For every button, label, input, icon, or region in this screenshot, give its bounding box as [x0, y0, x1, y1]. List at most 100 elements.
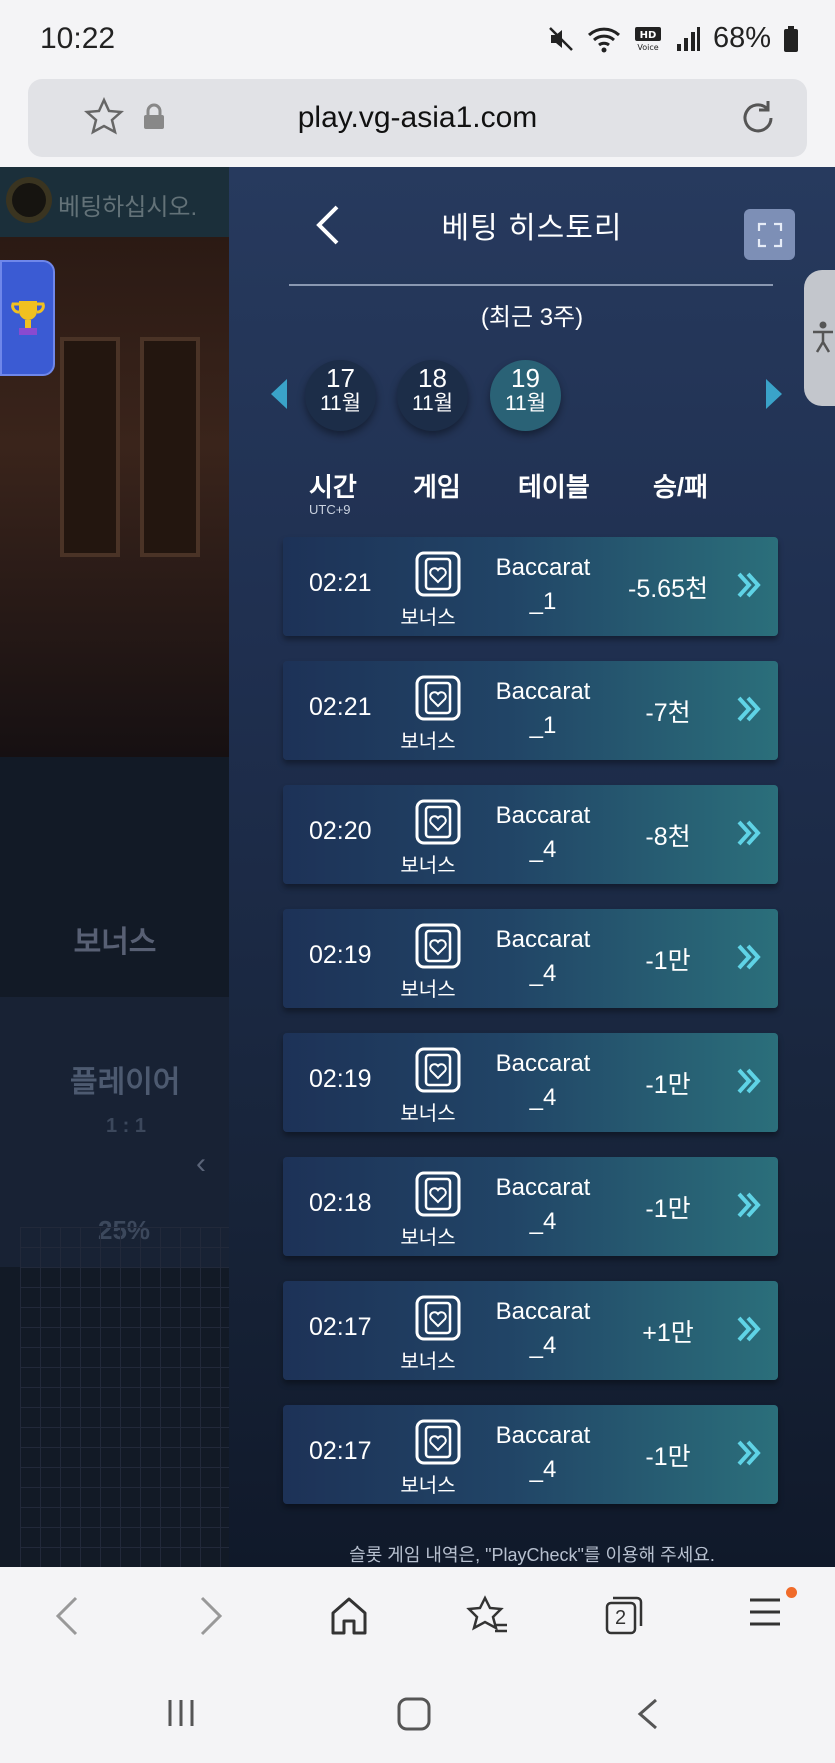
slot-footnote: 슬롯 게임 내역은, "PlayCheck"를 이용해 주세요. — [349, 1545, 715, 1565]
row-table: Baccarat _4 — [483, 1419, 603, 1487]
scene-panel — [140, 337, 200, 557]
player-label: 플레이어 — [70, 1066, 181, 1099]
history-row[interactable]: 02:19 보너스 Baccarat _4 -1만 — [283, 909, 778, 1008]
date-month: 11월 — [319, 392, 362, 415]
battery-percent: 68% — [712, 22, 771, 54]
header-game: 게임 — [413, 472, 461, 502]
header-table: 테이블 — [518, 472, 590, 502]
tab-count: 2 — [615, 1607, 627, 1629]
row-table-number: _4 — [529, 1456, 557, 1483]
accessibility-icon — [813, 321, 833, 353]
date-chip-19[interactable]: 19 11월 — [490, 360, 561, 431]
card-icon — [415, 1171, 461, 1217]
forward-icon[interactable] — [198, 1595, 224, 1637]
card-icon — [415, 675, 461, 721]
row-table-name: Baccarat — [495, 678, 591, 705]
row-table: Baccarat _4 — [483, 1171, 603, 1239]
player-odds: 1 : 1 — [106, 1115, 147, 1137]
history-row[interactable]: 02:21 보너스 Baccarat _1 -5.65천 — [283, 537, 778, 636]
period-subtitle: (최근 3주) — [480, 304, 584, 331]
row-table-number: _4 — [529, 836, 557, 863]
home-icon[interactable] — [329, 1595, 369, 1637]
browser-toolbar: 2 — [0, 1567, 835, 1667]
row-time: 02:18 — [309, 1189, 372, 1217]
mute-icon — [549, 26, 573, 51]
header-result: 승/패 — [653, 472, 709, 502]
address-bar[interactable]: play.vg-asia1.com — [28, 79, 807, 157]
row-time: 02:21 — [309, 693, 372, 721]
recent-apps-icon[interactable] — [165, 1697, 197, 1729]
double-chevron-icon[interactable] — [737, 1315, 761, 1343]
menu-icon[interactable] — [748, 1595, 782, 1629]
row-time: 02:17 — [309, 1437, 372, 1465]
prev-date-icon[interactable] — [269, 377, 289, 411]
expand-button[interactable] — [744, 209, 795, 260]
bookmarks-icon[interactable] — [465, 1595, 509, 1637]
trophy-button[interactable] — [0, 260, 55, 376]
double-chevron-icon[interactable] — [737, 1191, 761, 1219]
row-table-name: Baccarat — [495, 1174, 591, 1201]
date-chip-17[interactable]: 17 11월 — [305, 360, 376, 431]
wifi-icon — [587, 27, 620, 52]
history-row[interactable]: 02:17 보너스 Baccarat _4 -1만 — [283, 1405, 778, 1504]
row-result: -1만 — [645, 947, 691, 975]
scene-panel — [60, 337, 120, 557]
date-chip-18[interactable]: 18 11월 — [397, 360, 468, 431]
home-button-icon[interactable] — [397, 1697, 431, 1731]
history-row[interactable]: 02:18 보너스 Baccarat _4 -1만 — [283, 1157, 778, 1256]
signal-icon — [676, 26, 700, 51]
double-chevron-icon[interactable] — [737, 819, 761, 847]
row-table-number: _4 — [529, 1332, 557, 1359]
card-icon — [415, 551, 461, 597]
row-table: Baccarat _4 — [483, 1047, 603, 1115]
row-result: -1만 — [645, 1195, 691, 1223]
card-icon — [415, 799, 461, 845]
reload-icon[interactable] — [737, 97, 779, 139]
scoreboard-road — [20, 1227, 230, 1567]
row-table: Baccarat _1 — [483, 551, 603, 619]
double-chevron-icon[interactable] — [737, 1067, 761, 1095]
dealer-avatar-icon — [6, 177, 52, 223]
side-tab[interactable] — [804, 270, 835, 406]
tabs-button[interactable]: 2 — [605, 1595, 643, 1635]
double-chevron-icon[interactable] — [737, 943, 761, 971]
row-result: -1만 — [645, 1443, 691, 1471]
url-text[interactable]: play.vg-asia1.com — [28, 101, 807, 135]
history-row[interactable]: 02:21 보너스 Baccarat _1 -7천 — [283, 661, 778, 760]
row-game: 보너스 — [400, 1351, 456, 1373]
battery-icon — [784, 25, 798, 52]
row-table: Baccarat _1 — [483, 675, 603, 743]
bonus-bet-label: 보너스 — [73, 926, 157, 959]
double-chevron-icon[interactable] — [737, 695, 761, 723]
row-time: 02:21 — [309, 569, 372, 597]
history-row[interactable]: 02:20 보너스 Baccarat _4 -8천 — [283, 785, 778, 884]
date-day: 17 — [326, 363, 355, 393]
history-row[interactable]: 02:17 보너스 Baccarat _4 +1만 — [283, 1281, 778, 1380]
svg-text:Voice: Voice — [637, 43, 658, 52]
row-game: 보너스 — [400, 731, 456, 753]
row-table-number: _4 — [529, 960, 557, 987]
title-divider — [289, 284, 773, 286]
date-day: 19 — [511, 363, 540, 393]
double-chevron-icon[interactable] — [737, 571, 761, 599]
row-game: 보너스 — [400, 1103, 456, 1125]
back-icon[interactable] — [54, 1595, 80, 1637]
card-icon — [415, 1295, 461, 1341]
header-time: 시간 — [309, 472, 357, 502]
double-chevron-icon[interactable] — [737, 1439, 761, 1467]
row-table-name: Baccarat — [495, 926, 591, 953]
row-table-number: _4 — [529, 1084, 557, 1111]
card-icon — [415, 1419, 461, 1465]
history-row[interactable]: 02:19 보너스 Baccarat _4 -1만 — [283, 1033, 778, 1132]
svg-text:HD: HD — [640, 30, 657, 41]
date-month: 11월 — [411, 392, 454, 415]
next-date-icon[interactable] — [764, 377, 784, 411]
card-icon — [415, 1047, 461, 1093]
system-back-icon[interactable] — [636, 1697, 660, 1731]
collapse-arrow-icon[interactable]: ‹ — [196, 1147, 206, 1181]
row-time: 02:19 — [309, 941, 372, 969]
status-icons: HD Voice 68% — [547, 22, 799, 55]
row-table-name: Baccarat — [495, 1422, 591, 1449]
card-icon — [415, 923, 461, 969]
header-timezone: UTC+9 — [309, 502, 351, 517]
